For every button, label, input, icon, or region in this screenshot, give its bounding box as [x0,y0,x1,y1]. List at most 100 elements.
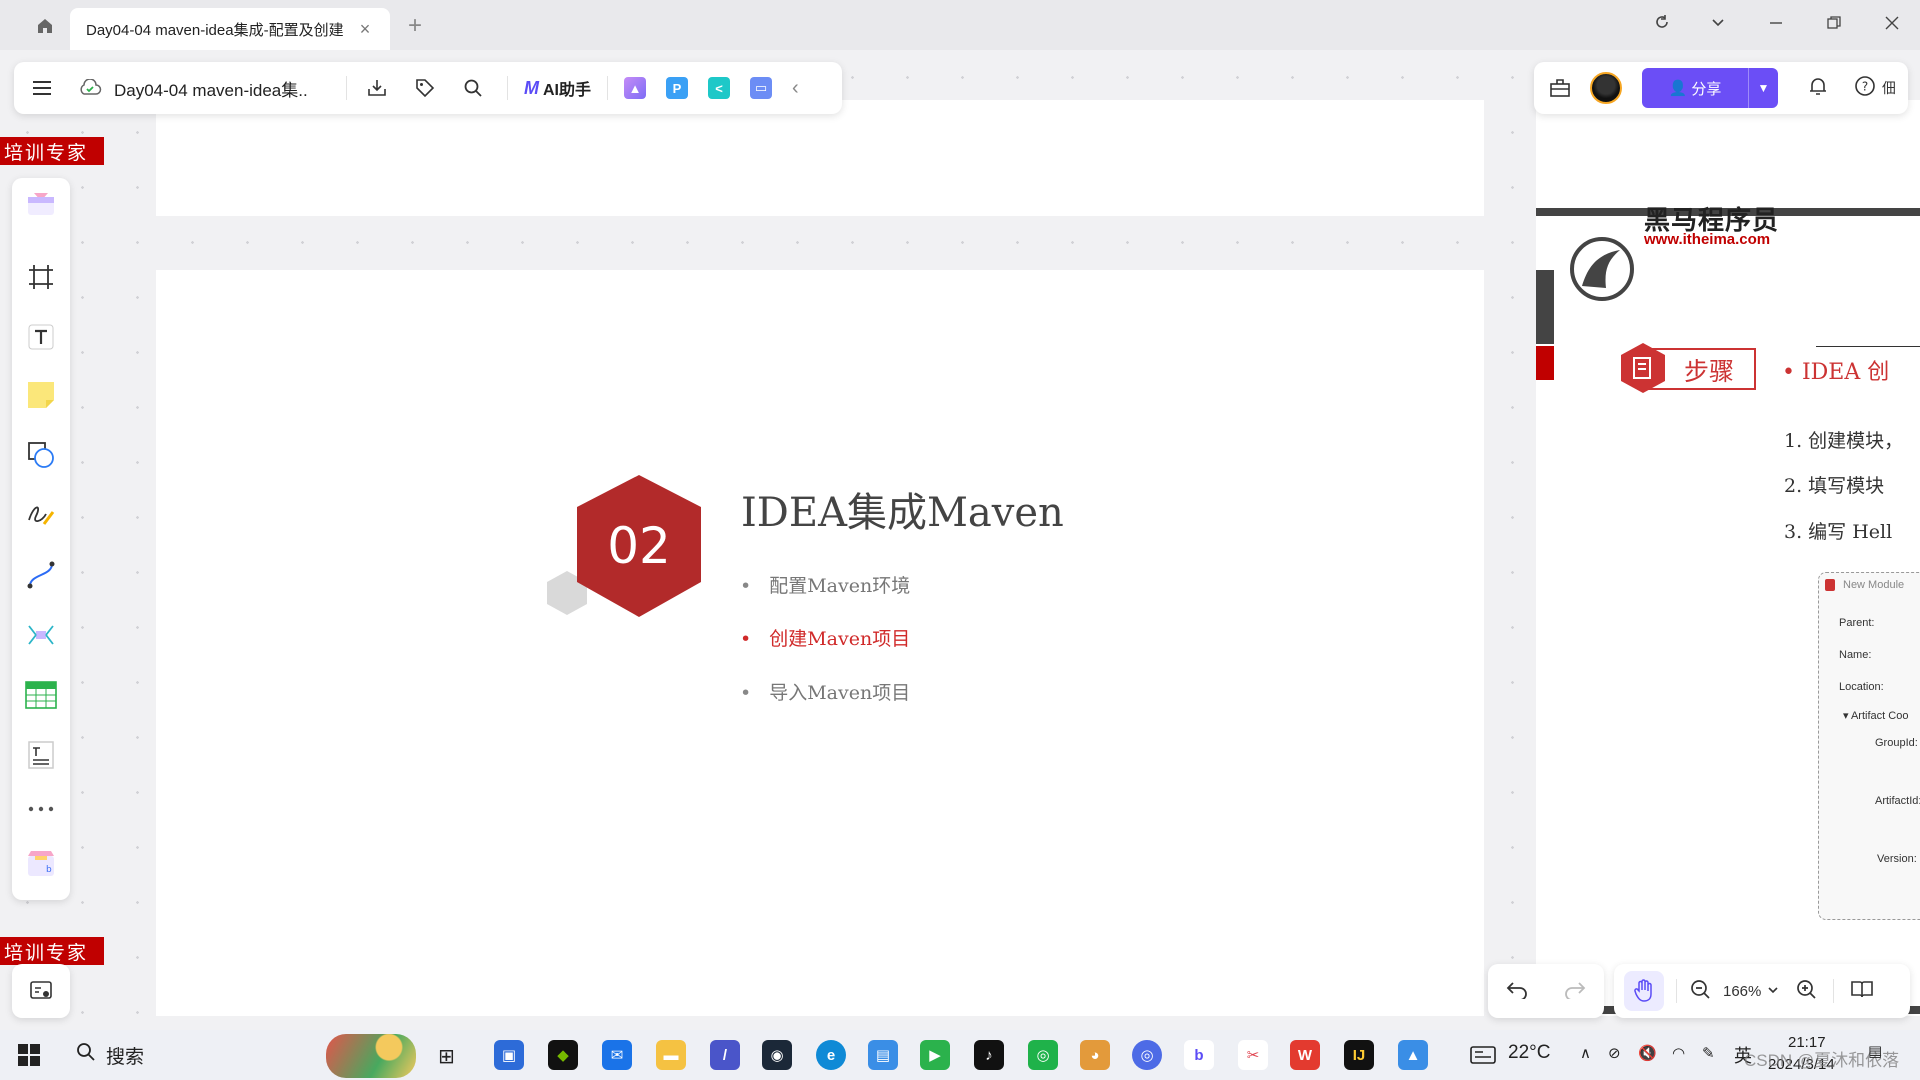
divider [346,76,347,100]
document-title[interactable]: Day04-04 maven-idea集.. [114,76,332,101]
zoom-in-icon[interactable] [1795,978,1817,1005]
p-plugin-icon[interactable]: P [666,77,689,99]
app-window-icon[interactable]: ▤ [868,1040,898,1070]
file-explorer-icon[interactable]: ▬ [656,1040,686,1070]
chevron-down-icon[interactable] [1767,982,1779,1000]
divider [507,76,508,100]
help-icon[interactable]: ? [1854,75,1876,102]
shiba-app-icon[interactable]: ◕ [1080,1040,1110,1070]
wps-icon[interactable]: W [1290,1040,1320,1070]
share-label: 分享 [1691,80,1722,98]
browser-app-icon[interactable]: ◎ [1132,1040,1162,1070]
mail-icon[interactable]: ✉ [602,1040,632,1070]
search-icon [76,1042,96,1068]
notification-icon[interactable]: ▤ [1868,1042,1882,1060]
plugin-store-icon[interactable]: b [22,844,60,882]
wechat-icon[interactable]: ◎ [1028,1040,1058,1070]
ai-assistant-label: AI助手 [543,82,592,99]
trainer-label: 培训专家 [0,937,104,965]
zoom-out-icon[interactable] [1689,978,1711,1005]
tab-title: Day04-04 maven-idea集成-配置及创建 [86,21,344,39]
ai-logo-icon: M [524,77,539,98]
text-icon[interactable] [22,318,60,356]
image-app-icon[interactable]: ▲ [1398,1040,1428,1070]
search-placeholder: 搜索 [106,1046,145,1068]
document-icon[interactable] [22,736,60,774]
restore-icon[interactable] [1822,14,1846,35]
book-view-icon[interactable] [1850,979,1874,1004]
whiteboard-app-icon[interactable]: b [1184,1040,1214,1070]
edge-icon[interactable]: e [816,1040,846,1070]
slide-number: 02 [607,517,671,575]
table-icon[interactable] [22,676,60,714]
mindmap-plugin-icon[interactable]: < [708,77,731,99]
minimap-button[interactable] [12,964,70,1018]
left-toolbar: b [12,178,70,900]
zoom-controls: 166% [1614,964,1910,1018]
tag-icon[interactable] [411,74,439,102]
share-button[interactable]: 👤 分享 ▼ [1642,68,1778,108]
svg-text:?: ? [1862,79,1868,93]
new-tab-button[interactable]: + [408,12,422,40]
home-icon[interactable] [28,12,62,40]
pen-tray-icon[interactable]: ✎ [1702,1044,1715,1062]
browser-tab[interactable]: Day04-04 maven-idea集成-配置及创建 × [70,8,390,50]
divider [607,76,609,100]
gift-box-icon[interactable] [1546,78,1574,98]
windows-start-icon[interactable] [18,1044,40,1071]
frame-icon[interactable] [22,258,60,296]
shape-icon[interactable] [22,436,60,474]
hand-tool-icon[interactable] [1624,971,1664,1011]
document-toolbar: Day04-04 maven-idea集.. M AI助手 ▲ P < ▭ ‹ [14,62,842,114]
task-view-icon[interactable]: ⊞ [438,1044,455,1069]
collapse-toolbar-button[interactable]: ‹ [792,77,799,100]
bell-icon[interactable] [1808,76,1828,101]
more-icon[interactable] [22,790,60,828]
dragon-decoration-icon [326,1034,416,1078]
download-icon[interactable] [363,74,391,102]
bullet-item-active: 创建Maven项目 [740,624,910,651]
cloud-sync-icon [76,74,104,102]
mindmap-icon[interactable] [22,616,60,654]
bullet-item: 导入Maven项目 [740,678,910,705]
collab-toolbar: 👤 分享 ▼ ? 佃 [1534,62,1908,114]
steam-icon[interactable]: ◉ [762,1040,792,1070]
undo-icon[interactable] [1506,979,1528,1004]
avatar[interactable] [1590,72,1622,104]
network-error-icon[interactable]: ⊘ [1608,1044,1621,1062]
menu-icon[interactable] [28,74,56,102]
refresh-icon[interactable] [1650,14,1674,35]
user-icon: 👤 [1668,80,1688,97]
ai-assistant-button[interactable]: M AI助手 [524,76,591,100]
zoom-level[interactable]: 166% [1723,983,1761,1000]
nvidia-icon[interactable]: ◆ [548,1040,578,1070]
wifi-icon[interactable]: ◠ [1672,1044,1685,1062]
image-plugin-icon[interactable]: ▲ [624,77,647,99]
whiteboard-canvas[interactable] [0,50,1920,1030]
pen-icon[interactable] [22,496,60,534]
weather-icon[interactable] [1470,1046,1496,1069]
slide-next [1536,100,1920,1016]
search-icon[interactable] [459,74,487,102]
minimize-icon[interactable] [1764,14,1788,35]
chevron-down-icon[interactable] [1706,14,1730,35]
chat-plugin-icon[interactable]: ▭ [750,77,773,99]
chevron-down-icon[interactable]: ▼ [1748,68,1778,108]
store-icon[interactable]: ▣ [494,1040,524,1070]
window-close-icon[interactable] [1880,14,1904,35]
close-icon[interactable]: × [356,19,374,40]
pen-app-icon[interactable]: / [710,1040,740,1070]
taskbar-search[interactable]: 搜索 [64,1032,416,1078]
slide-title: IDEA集成Maven [741,490,1064,536]
redo-icon[interactable] [1564,979,1586,1004]
weather-temp[interactable]: 22°C [1508,1042,1550,1064]
tiktok-icon[interactable]: ♪ [974,1040,1004,1070]
intellij-idea-icon[interactable]: IJ [1344,1040,1374,1070]
template-icon[interactable] [22,184,60,222]
sticky-note-icon[interactable] [22,376,60,414]
tray-chevron-icon[interactable]: ∧ [1580,1044,1591,1062]
media-player-icon[interactable]: ▶ [920,1040,950,1070]
connector-icon[interactable] [22,556,60,594]
snipping-tool-icon[interactable]: ✂ [1238,1040,1268,1070]
volume-mute-icon[interactable]: 🔇 [1638,1044,1657,1062]
